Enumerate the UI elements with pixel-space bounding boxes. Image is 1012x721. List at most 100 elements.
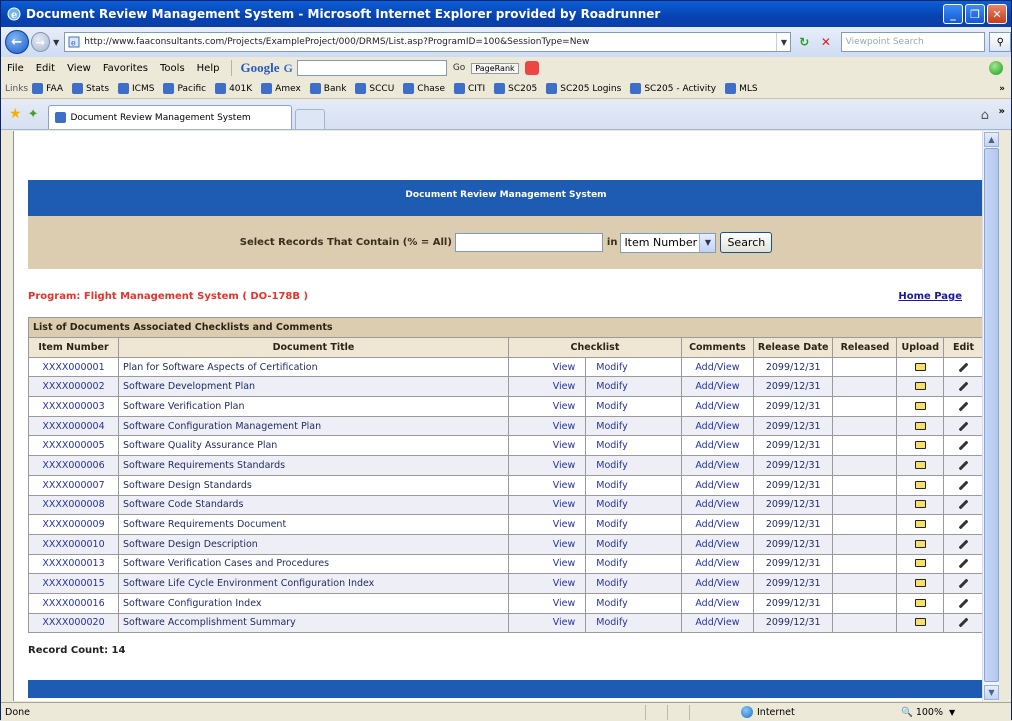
item-number-link[interactable]: XXXX000005 [28,435,119,457]
comments-link[interactable]: Add/View [680,435,754,457]
favorites-star-icon[interactable]: ★ [9,106,22,122]
upload-cell[interactable] [896,514,944,535]
folder-icon[interactable] [914,579,926,588]
edit-cell[interactable] [943,553,982,575]
comments-link[interactable]: Add/View [680,612,754,634]
upload-cell[interactable] [896,553,944,575]
upload-cell[interactable] [896,474,944,496]
folder-icon[interactable] [914,598,926,607]
checklist-view-link[interactable]: View [507,592,587,614]
pencil-icon[interactable] [958,401,969,412]
link-stats[interactable]: Stats [72,83,109,94]
pencil-icon[interactable] [958,519,969,530]
pencil-icon[interactable] [958,558,969,569]
menu-tools[interactable]: Tools [160,63,185,74]
google-go-button[interactable]: Go [453,63,465,73]
upload-cell[interactable] [896,415,944,437]
chevron-down-icon[interactable]: ▼ [949,708,955,717]
pencil-icon[interactable] [958,381,969,392]
comments-link[interactable]: Add/View [680,573,754,594]
popup-blocker-icon[interactable] [524,61,539,75]
folder-icon[interactable] [914,460,926,469]
folder-icon[interactable] [914,362,926,371]
folder-icon[interactable] [914,401,926,410]
viewpoint-search-input[interactable]: Viewpoint Search [840,32,986,52]
checklist-view-link[interactable]: View [507,376,587,398]
search-icon[interactable]: ⚲ [989,32,1011,52]
vertical-scrollbar[interactable]: ▲ ▼ [982,131,999,701]
folder-icon[interactable] [914,539,926,548]
comments-link[interactable]: Add/View [680,494,754,516]
edit-cell[interactable] [943,376,982,398]
checklist-modify-link[interactable]: Modify [585,376,682,398]
home-icon[interactable]: ⌂ [981,108,989,123]
checklist-view-link[interactable]: View [507,455,587,476]
edit-cell[interactable] [943,612,982,634]
link-sccu[interactable]: SCCU [355,83,394,94]
item-number-link[interactable]: XXXX000004 [28,415,119,437]
edit-cell[interactable] [943,494,982,516]
history-dropdown-icon[interactable]: ▼ [53,38,59,47]
checklist-modify-link[interactable]: Modify [585,415,682,437]
folder-icon[interactable] [914,618,926,627]
link-bank[interactable]: Bank [309,83,346,94]
pencil-icon[interactable] [958,362,969,372]
checklist-modify-link[interactable]: Modify [585,533,682,555]
search-input[interactable] [454,233,603,252]
checklist-modify-link[interactable]: Modify [585,514,682,535]
pencil-icon[interactable] [958,440,969,451]
checklist-modify-link[interactable]: Modify [585,396,682,417]
item-number-link[interactable]: XXXX000009 [28,514,119,535]
url-text[interactable]: http://www.faaconsultants.com/Projects/E… [84,37,776,47]
address-field[interactable]: e http://www.faaconsultants.com/Projects… [64,32,792,52]
link-401k[interactable]: 401K [215,83,252,94]
link-citi[interactable]: CITI [454,83,485,94]
checklist-modify-link[interactable]: Modify [585,474,682,496]
upload-cell[interactable] [896,612,944,634]
pencil-icon[interactable] [958,499,969,510]
refresh-icon[interactable]: ↻ [795,33,813,51]
pencil-icon[interactable] [958,539,969,550]
upload-cell[interactable] [896,376,944,398]
tab-drms[interactable]: Document Review Management System [48,105,293,129]
item-number-link[interactable]: XXXX000003 [28,396,119,417]
checklist-modify-link[interactable]: Modify [585,553,682,575]
maximize-button[interactable]: ❐ [965,4,985,24]
minimize-button[interactable]: _ [943,4,963,24]
scroll-down-icon[interactable]: ▼ [984,685,999,700]
pencil-icon[interactable] [958,460,969,471]
upload-cell[interactable] [896,573,944,594]
menu-favorites[interactable]: Favorites [103,63,148,74]
url-dropdown-icon[interactable]: ▼ [776,33,790,51]
checklist-modify-link[interactable]: Modify [585,592,682,614]
links-overflow-icon[interactable]: » [999,84,1005,94]
checklist-view-link[interactable]: View [507,494,587,516]
pencil-icon[interactable] [958,421,969,432]
google-search-input[interactable] [296,60,447,76]
home-page-link[interactable]: Home Page [898,291,962,302]
link-pacific[interactable]: Pacific [163,83,206,94]
checklist-modify-link[interactable]: Modify [585,612,682,634]
checklist-view-link[interactable]: View [507,553,587,575]
edit-cell[interactable] [943,474,982,496]
upload-cell[interactable] [896,356,944,378]
chevron-down-icon[interactable]: ▼ [699,233,716,252]
item-number-link[interactable]: XXXX000008 [28,494,119,516]
item-number-link[interactable]: XXXX000010 [28,533,119,555]
folder-icon[interactable] [914,480,926,489]
checklist-view-link[interactable]: View [507,396,587,417]
edit-cell[interactable] [943,435,982,457]
add-favorites-icon[interactable]: ✦ [28,107,39,122]
forward-button[interactable]: → [30,32,51,52]
comments-link[interactable]: Add/View [680,514,754,535]
item-number-link[interactable]: XXXX000007 [28,474,119,496]
menu-file[interactable]: File [7,63,24,74]
link-mls[interactable]: MLS [725,83,758,94]
upload-cell[interactable] [896,494,944,516]
link-icms[interactable]: ICMS [118,83,154,94]
comments-link[interactable]: Add/View [680,553,754,575]
comments-link[interactable]: Add/View [680,396,754,417]
checklist-view-link[interactable]: View [507,573,587,594]
menu-view[interactable]: View [67,63,91,74]
search-button[interactable]: Search [720,232,773,253]
